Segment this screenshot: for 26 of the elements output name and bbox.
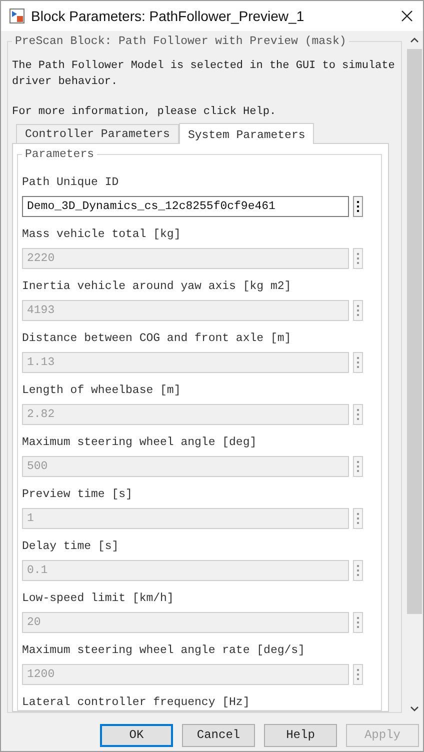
- tab[interactable]: Controller Parameters: [16, 124, 179, 143]
- dialog-button[interactable]: Cancel: [182, 724, 255, 746]
- input-field[interactable]: Demo_3D_Dynamics_cs_12c8255f0cf9e461: [22, 196, 349, 217]
- help-note: For more information, please click Help.: [12, 105, 278, 120]
- window-title: Block Parameters: PathFollower_Preview_1: [31, 8, 306, 24]
- field-label: Path Unique ID: [22, 176, 120, 190]
- close-icon[interactable]: [401, 10, 413, 22]
- field-label: Delay time [s]: [22, 540, 120, 554]
- field-label: Length of wheelbase [m]: [22, 384, 182, 398]
- field-label: Lateral controller frequency [Hz]: [22, 696, 251, 710]
- field-label: Inertia vehicle around yaw axis [kg m2]: [22, 280, 292, 294]
- field-label: Maximum steering wheel angle rate [deg/s]: [22, 644, 306, 658]
- tab[interactable]: System Parameters: [178, 123, 314, 144]
- field-label: Preview time [s]: [22, 488, 134, 502]
- dialog-button[interactable]: OK: [100, 724, 173, 746]
- group-title: PreScan Block: Path Follower with Preview (mask): [14, 35, 348, 48]
- group-title: Parameters: [24, 148, 96, 161]
- field-label: Distance between COG and front axle [m]: [22, 332, 292, 346]
- field-label: Mass vehicle total [kg]: [22, 228, 182, 242]
- description-text: The Path Follower Model is selected in the GUI to simulate driver behavior.: [12, 59, 396, 90]
- dialog-button[interactable]: Help: [264, 724, 337, 746]
- scroll-thumb[interactable]: [407, 49, 422, 614]
- field-label: Maximum steering wheel angle [deg]: [22, 436, 258, 450]
- field-label: Low-speed limit [km/h]: [22, 592, 175, 606]
- options-button[interactable]: [353, 196, 363, 217]
- block-icon: [9, 8, 25, 24]
